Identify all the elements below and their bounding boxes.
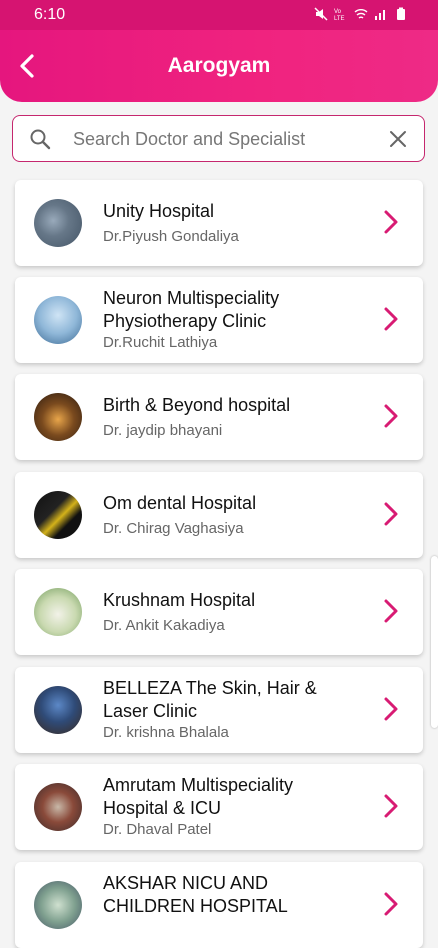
hospital-name: Unity Hospital bbox=[103, 201, 215, 221]
hospital-card[interactable]: Unity Hospital Dr.Piyush Gondaliya bbox=[15, 180, 423, 266]
chevron-right-icon bbox=[384, 404, 398, 428]
hospital-name: Krushnam Hospital bbox=[103, 590, 256, 610]
wifi-icon bbox=[354, 9, 368, 19]
chevron-right-icon bbox=[384, 697, 398, 721]
hospital-avatar bbox=[34, 783, 82, 831]
search-bar[interactable] bbox=[12, 115, 425, 162]
svg-text:LTE: LTE bbox=[334, 16, 345, 21]
hospital-avatar bbox=[34, 491, 82, 539]
doctor-name: Dr.Piyush Gondaliya bbox=[103, 228, 239, 245]
hospital-card[interactable]: Amrutam Multispeciality Hospital & ICU D… bbox=[15, 764, 423, 850]
hospital-name: Om dental Hospital bbox=[103, 493, 257, 513]
status-icons: Vo LTE bbox=[314, 7, 408, 21]
hospital-avatar bbox=[34, 588, 82, 636]
chevron-right-icon bbox=[384, 892, 398, 916]
hospital-avatar bbox=[34, 296, 82, 344]
mute-icon bbox=[314, 7, 328, 21]
hospital-name: Neuron Multispeciality Physiotherapy Cli… bbox=[103, 288, 280, 331]
hospital-avatar bbox=[34, 199, 82, 247]
search-input[interactable] bbox=[71, 124, 375, 154]
doctor-name: Dr. krishna Bhalala bbox=[103, 724, 229, 741]
hospital-card[interactable]: Krushnam Hospital Dr. Ankit Kakadiya bbox=[15, 569, 423, 655]
volte-icon: VoLTE bbox=[334, 9, 345, 21]
close-icon[interactable] bbox=[388, 129, 408, 149]
hospital-avatar bbox=[34, 686, 82, 734]
svg-text:Vo: Vo bbox=[334, 9, 342, 15]
doctor-name: Dr. Dhaval Patel bbox=[103, 821, 212, 838]
doctor-name: Dr. Chirag Vaghasiya bbox=[103, 520, 244, 537]
chevron-right-icon bbox=[384, 307, 398, 331]
chevron-right-icon bbox=[384, 502, 398, 526]
signal-icon bbox=[375, 10, 385, 20]
hospital-name: Birth & Beyond hospital bbox=[103, 395, 291, 415]
hospital-card[interactable]: Neuron Multispeciality Physiotherapy Cli… bbox=[15, 277, 423, 363]
hospital-avatar bbox=[34, 393, 82, 441]
hospital-name: Amrutam Multispeciality Hospital & ICU bbox=[103, 775, 294, 818]
hospital-card[interactable]: Birth & Beyond hospital Dr. jaydip bhaya… bbox=[15, 374, 423, 460]
hospital-card[interactable]: AKSHAR NICU AND CHILDREN HOSPITAL bbox=[15, 862, 423, 948]
hospital-name: AKSHAR NICU AND CHILDREN HOSPITAL bbox=[103, 873, 288, 916]
doctor-name: Dr.Ruchit Lathiya bbox=[103, 334, 218, 351]
doctor-name: Dr. Ankit Kakadiya bbox=[103, 617, 225, 634]
chevron-right-icon bbox=[384, 599, 398, 623]
hospital-card[interactable]: BELLEZA The Skin, Hair & Laser Clinic Dr… bbox=[15, 667, 423, 753]
page-title: Aarogyam bbox=[167, 54, 271, 77]
status-time: 6:10 bbox=[34, 6, 66, 23]
hospital-card[interactable]: Om dental Hospital Dr. Chirag Vaghasiya bbox=[15, 472, 423, 558]
battery-icon bbox=[397, 7, 405, 20]
chevron-right-icon bbox=[384, 210, 398, 234]
status-bar: 6:10 Vo LTE bbox=[0, 0, 438, 30]
doctor-name: Dr. jaydip bhayani bbox=[103, 422, 223, 439]
search-icon bbox=[30, 129, 51, 150]
app-header: 6:10 Vo LTE Aarogyam bbox=[0, 0, 438, 102]
hospital-name: BELLEZA The Skin, Hair & Laser Clinic bbox=[103, 678, 317, 721]
chevron-right-icon bbox=[384, 794, 398, 818]
scrollbar[interactable] bbox=[431, 556, 438, 728]
hospital-avatar bbox=[34, 881, 82, 929]
